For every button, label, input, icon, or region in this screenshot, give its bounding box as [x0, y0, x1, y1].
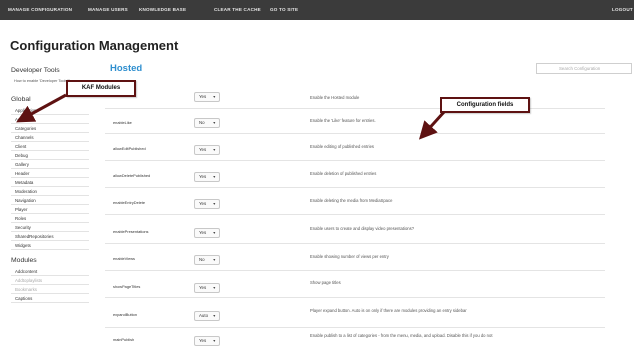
- callout-configuration-fields: Configuration fields: [440, 97, 530, 113]
- annotation-arrows: [16, 93, 446, 140]
- callout-kaf-modules: KAF Modules: [66, 80, 136, 97]
- config-arrow: [418, 110, 446, 140]
- kaf-arrow: [16, 93, 67, 123]
